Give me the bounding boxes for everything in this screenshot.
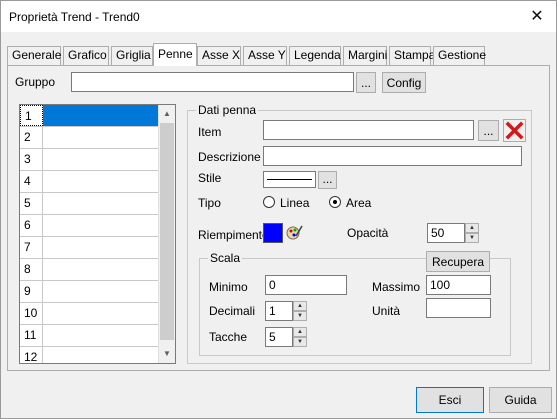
gruppo-input[interactable] — [71, 72, 354, 92]
unita-input[interactable] — [426, 298, 491, 318]
list-item[interactable]: 12 — [20, 347, 159, 363]
stile-label: Stile — [198, 171, 222, 185]
guida-button[interactable]: Guida — [489, 387, 552, 413]
fill-color-swatch[interactable] — [263, 223, 283, 243]
massimo-input[interactable]: 100 — [426, 275, 491, 295]
item-label: Item — [198, 125, 222, 139]
decimali-label: Decimali — [209, 304, 256, 318]
opacita-spinner[interactable]: ▲ ▼ — [465, 223, 479, 243]
scroll-up-icon[interactable]: ▲ — [159, 105, 175, 122]
recupera-button[interactable]: Recupera — [426, 251, 490, 272]
config-button[interactable]: Config — [382, 72, 426, 93]
palette-icon[interactable] — [285, 223, 303, 243]
tipo-linea-label: Linea — [280, 196, 310, 210]
list-item[interactable]: 5 — [20, 193, 159, 215]
title-bar: Proprietà Trend - Trend0 ✕ — [1, 1, 556, 32]
pens-list-scrollbar[interactable]: ▲ ▼ — [158, 105, 175, 363]
dati-penna-title: Dati penna — [196, 103, 259, 117]
descrizione-label: Descrizione — [198, 150, 261, 164]
spin-up-icon[interactable]: ▲ — [293, 301, 307, 311]
list-item[interactable]: 3 — [20, 149, 159, 171]
unita-label: Unità — [372, 304, 401, 318]
spin-up-icon[interactable]: ▲ — [293, 327, 307, 337]
line-style-sample — [267, 179, 312, 180]
list-item[interactable]: 8 — [20, 259, 159, 281]
tipo-linea-radio[interactable] — [263, 196, 275, 208]
gruppo-label: Gruppo — [15, 75, 56, 89]
close-icon[interactable]: ✕ — [522, 2, 552, 30]
tab-stampa[interactable]: Stampa — [389, 46, 435, 65]
list-item[interactable]: 1 — [20, 105, 159, 127]
tab-asse-x[interactable]: Asse X — [197, 46, 241, 65]
spin-down-icon[interactable]: ▼ — [465, 233, 479, 243]
spin-down-icon[interactable]: ▼ — [293, 311, 307, 321]
item-input[interactable] — [263, 120, 474, 140]
list-item[interactable]: 4 — [20, 171, 159, 193]
tipo-area-label: Area — [346, 196, 372, 210]
scroll-down-icon[interactable]: ▼ — [159, 345, 175, 362]
decimali-spinner[interactable]: ▲ ▼ — [293, 301, 307, 321]
tab-legenda[interactable]: Legenda — [289, 46, 341, 65]
dialog-window: Proprietà Trend - Trend0 ✕ Generale Graf… — [0, 0, 557, 419]
gruppo-browse-button[interactable]: ... — [356, 72, 376, 93]
opacita-label: Opacità — [347, 226, 389, 240]
list-item[interactable]: 10 — [20, 303, 159, 325]
stile-browse-button[interactable]: ... — [318, 171, 337, 189]
tab-gestione[interactable]: Gestione — [433, 46, 486, 65]
list-item[interactable]: 7 — [20, 237, 159, 259]
scala-title: Scala — [208, 251, 243, 265]
list-item[interactable]: 6 — [20, 215, 159, 237]
scroll-thumb[interactable] — [160, 123, 174, 340]
minimo-input[interactable]: 0 — [265, 275, 347, 295]
delete-red-x-icon — [504, 121, 525, 144]
item-browse-button[interactable]: ... — [478, 120, 499, 141]
descrizione-input[interactable] — [263, 146, 522, 166]
stile-preview — [263, 171, 316, 188]
tacche-input[interactable]: 5 — [265, 327, 293, 347]
tab-griglia[interactable]: Griglia — [111, 46, 153, 65]
list-item[interactable]: 11 — [20, 325, 159, 347]
minimo-label: Minimo — [209, 280, 248, 294]
riempimento-label: Riempimento — [198, 228, 269, 242]
list-item[interactable]: 2 — [20, 127, 159, 149]
window-title: Proprietà Trend - Trend0 — [9, 10, 140, 24]
spin-down-icon[interactable]: ▼ — [293, 337, 307, 347]
decimali-input[interactable]: 1 — [265, 301, 293, 321]
tacche-label: Tacche — [209, 330, 248, 344]
massimo-label: Massimo — [372, 280, 421, 294]
tab-penne[interactable]: Penne — [153, 43, 197, 66]
tab-generale[interactable]: Generale — [7, 46, 61, 65]
tipo-label: Tipo — [198, 196, 221, 210]
pens-list[interactable]: 1 2 3 4 5 6 7 8 9 10 11 12 ▲ ▼ — [19, 104, 176, 364]
tipo-area-radio[interactable] — [329, 196, 341, 208]
delete-pen-button[interactable] — [503, 119, 526, 142]
tab-margini[interactable]: Margini — [343, 46, 387, 65]
opacita-input[interactable]: 50 — [427, 223, 465, 243]
tab-asse-y[interactable]: Asse Y — [243, 46, 287, 65]
tab-grafico[interactable]: Grafico — [63, 46, 109, 65]
spin-up-icon[interactable]: ▲ — [465, 223, 479, 233]
list-item[interactable]: 9 — [20, 281, 159, 303]
esci-button[interactable]: Esci — [416, 387, 484, 413]
tacche-spinner[interactable]: ▲ ▼ — [293, 327, 307, 347]
